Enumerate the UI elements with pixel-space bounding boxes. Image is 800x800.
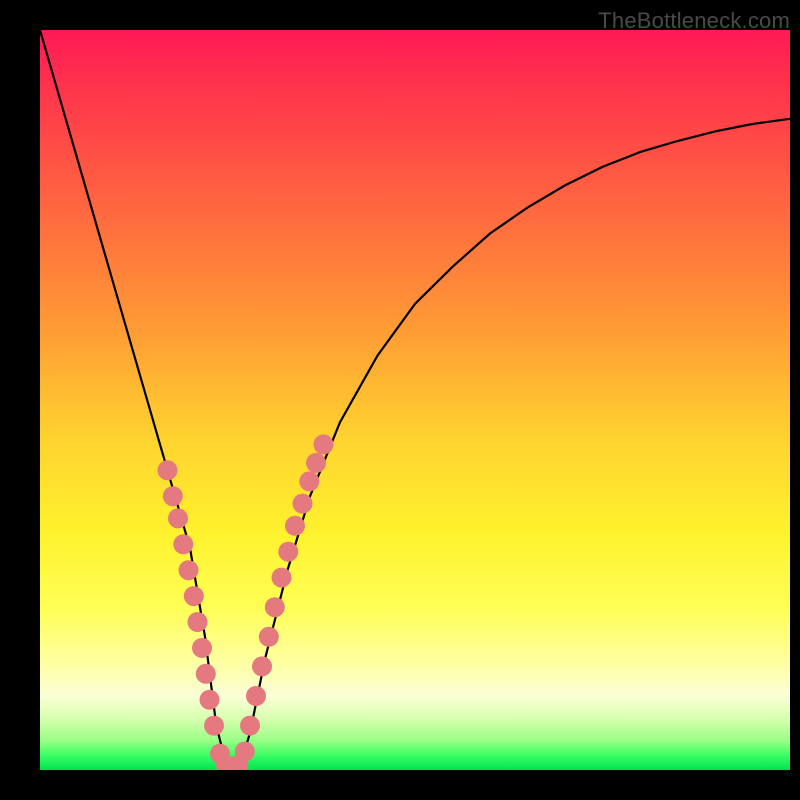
data-dot xyxy=(184,586,204,606)
data-dot xyxy=(293,494,313,514)
data-dot xyxy=(163,486,183,506)
dot-cluster-right xyxy=(235,434,334,761)
data-dot xyxy=(196,664,216,684)
data-dot xyxy=(246,686,266,706)
bottleneck-curve xyxy=(40,30,790,770)
data-dot xyxy=(252,656,272,676)
data-dot xyxy=(314,434,334,454)
data-dot xyxy=(188,612,208,632)
chart-svg xyxy=(40,30,790,770)
data-dot xyxy=(192,638,212,658)
data-dot xyxy=(265,597,285,617)
data-dot xyxy=(200,690,220,710)
data-dot xyxy=(278,542,298,562)
data-dot xyxy=(259,627,279,647)
dot-cluster-left xyxy=(158,460,249,770)
plot-area xyxy=(40,30,790,770)
data-dot xyxy=(299,471,319,491)
data-dot xyxy=(240,716,260,736)
data-dot xyxy=(272,568,292,588)
data-dot xyxy=(158,460,178,480)
data-dot xyxy=(168,508,188,528)
watermark-text: TheBottleneck.com xyxy=(598,8,790,34)
data-dot xyxy=(173,534,193,554)
data-dot xyxy=(235,742,255,762)
data-dot xyxy=(306,453,326,473)
app-frame: TheBottleneck.com xyxy=(0,0,800,800)
data-dot xyxy=(285,516,305,536)
data-dot xyxy=(204,716,224,736)
data-dot xyxy=(179,560,199,580)
